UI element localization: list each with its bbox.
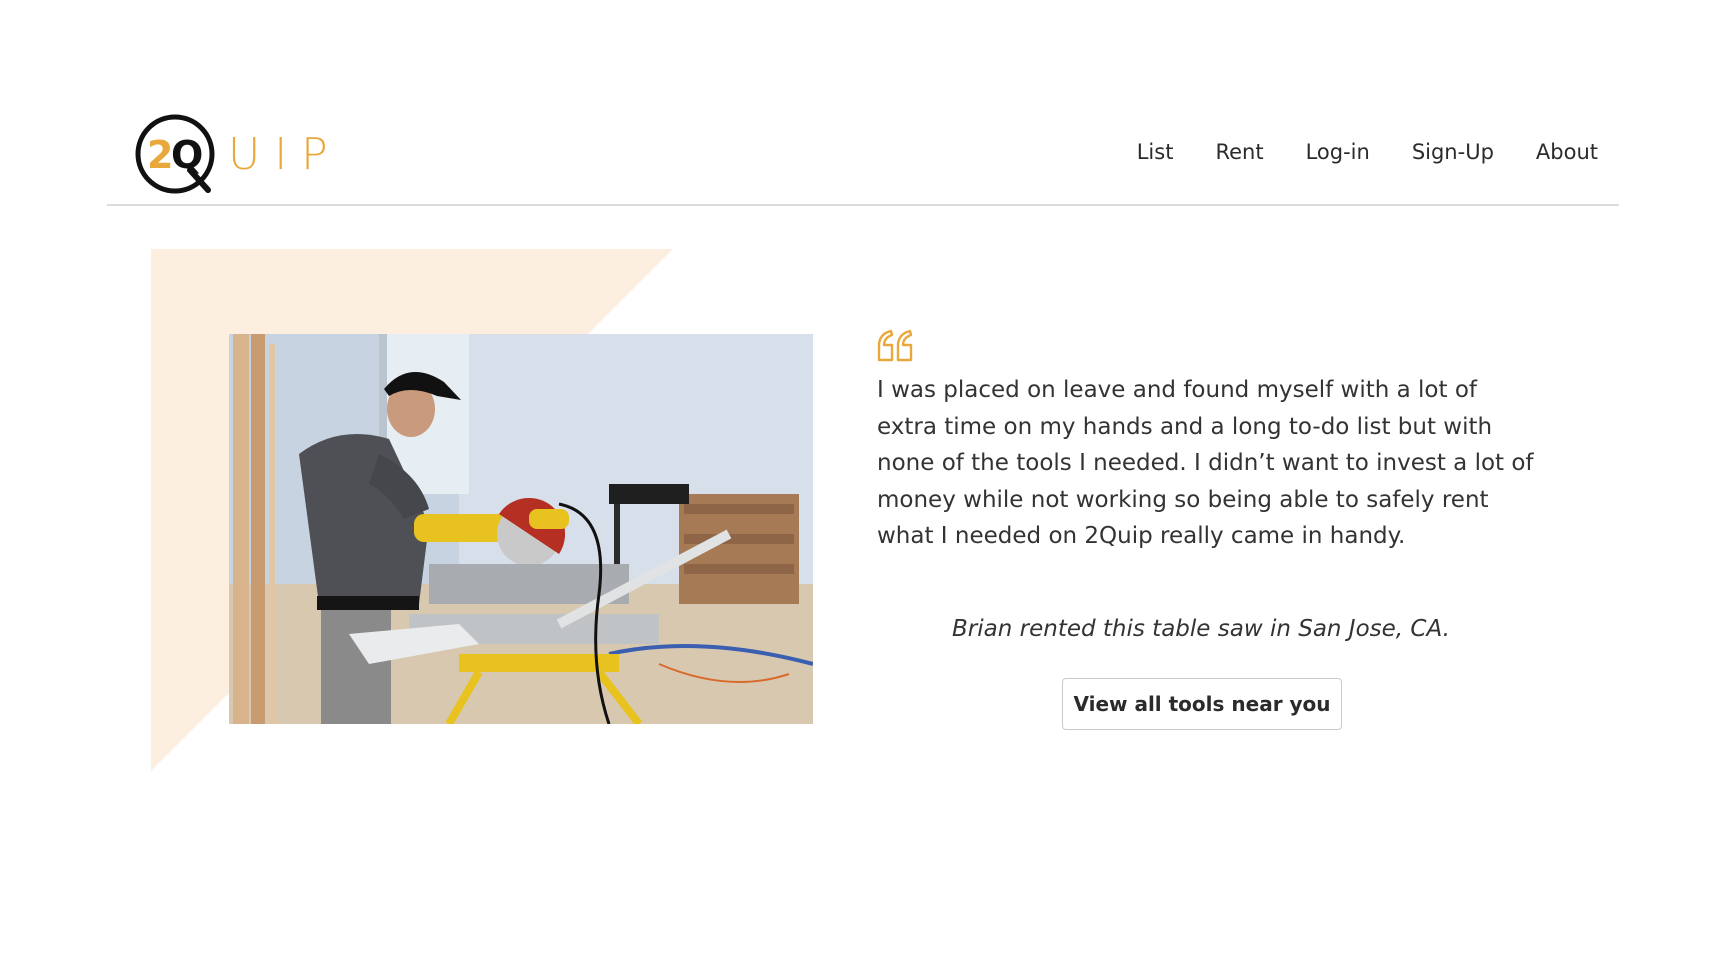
nav-item-list[interactable]: List — [1137, 140, 1174, 164]
testimonial-text: I was placed on leave and found myself w… — [877, 377, 1534, 549]
header-divider — [107, 204, 1619, 206]
svg-text:Q: Q — [171, 133, 203, 177]
logo-mark-icon: 2 Q — [134, 112, 220, 198]
view-all-tools-button[interactable]: View all tools near you — [1062, 678, 1342, 730]
brand-logo[interactable]: 2 Q UIP — [134, 112, 342, 198]
nav-item-login[interactable]: Log-in — [1306, 140, 1370, 164]
hero-photo — [229, 334, 813, 724]
quote-mark-icon — [875, 328, 917, 364]
nav-item-signup[interactable]: Sign-Up — [1412, 140, 1494, 164]
nav-item-about[interactable]: About — [1536, 140, 1598, 164]
svg-text:2: 2 — [147, 133, 173, 177]
logo-wordmark: UIP — [228, 129, 342, 180]
testimonial-attribution: Brian rented this table saw in San Jose,… — [952, 616, 1450, 642]
nav-item-rent[interactable]: Rent — [1215, 140, 1263, 164]
page: 2 Q UIP List Rent Log-in Sign-Up About I… — [0, 0, 1724, 962]
main-nav: List Rent Log-in Sign-Up About — [1137, 140, 1598, 164]
